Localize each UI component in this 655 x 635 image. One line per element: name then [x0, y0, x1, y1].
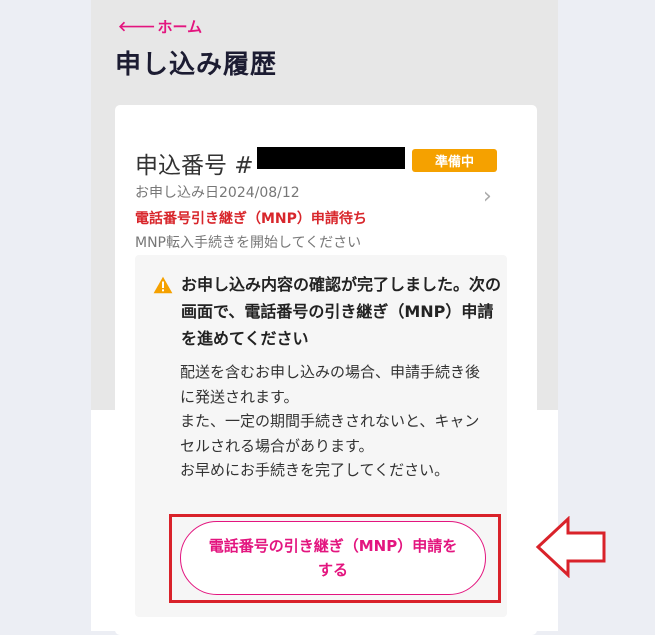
status-badge: 準備中: [412, 149, 497, 172]
notice-body: 配送を含むお申し込みの場合、申請手続き後に発送されます。 また、一定の期間手続き…: [180, 360, 490, 483]
notice-body-line: また、一定の期間手続きされないと、キャンセルされる場合があります。: [180, 412, 480, 455]
chevron-right-icon[interactable]: ›: [483, 184, 492, 209]
order-number-redaction: [257, 147, 405, 169]
pointer-arrow-icon: [535, 516, 606, 578]
order-state-label: 電話番号引き継ぎ（MNP）申請待ち: [135, 211, 367, 227]
mnp-apply-button-label: 電話番号の引き継ぎ（MNP）申請をする: [208, 537, 458, 579]
arrow-left-icon: 🡐: [118, 19, 156, 35]
notice-title: お申し込み内容の確認が完了しました。次の画面で、電話番号の引き継ぎ（MNP）申請…: [181, 275, 502, 348]
back-home-label: ホーム: [157, 18, 203, 36]
back-home-link[interactable]: 🡐 ホーム: [118, 16, 202, 37]
warning-triangle-icon: [153, 276, 173, 294]
order-state-description: MNP転入手続きを開始してください: [135, 235, 362, 251]
order-number: 申込番号 #: [135, 153, 254, 179]
apply-date: お申し込み日2024/08/12: [135, 185, 300, 201]
page-title: 申し込み履歴: [115, 50, 278, 80]
notice-body-line: お早めにお手続きを完了してください。: [180, 461, 450, 479]
notice-body-line: 配送を含むお申し込みの場合、申請手続き後に発送されます。: [180, 363, 481, 406]
mnp-apply-button[interactable]: 電話番号の引き継ぎ（MNP）申請をする: [180, 521, 486, 595]
